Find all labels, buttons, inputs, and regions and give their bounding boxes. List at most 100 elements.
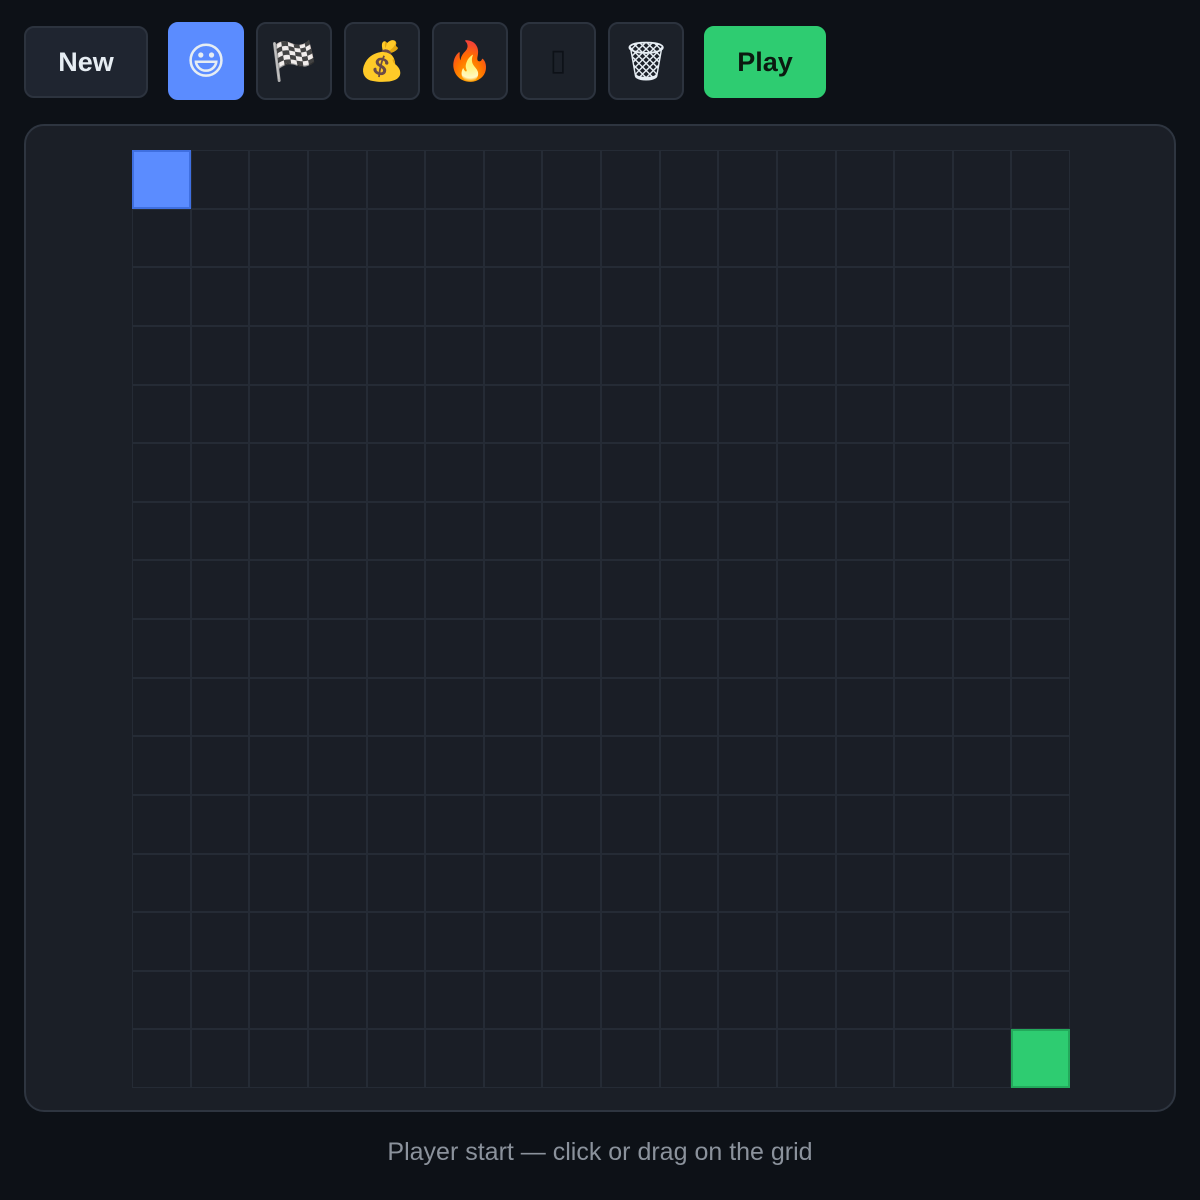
grid-cell[interactable] xyxy=(483,501,543,561)
grid-cell[interactable] xyxy=(718,736,777,795)
grid-cell[interactable] xyxy=(190,560,250,619)
grid-cell[interactable] xyxy=(249,619,308,678)
grid-cell[interactable] xyxy=(249,325,308,385)
grid-cell[interactable] xyxy=(366,560,426,619)
grid-cell[interactable] xyxy=(952,384,1012,444)
grid-cell[interactable] xyxy=(425,150,484,209)
grid-cell[interactable] xyxy=(894,384,953,444)
grid-cell[interactable] xyxy=(542,208,601,268)
grid-cell[interactable] xyxy=(601,912,660,971)
grid-cell[interactable] xyxy=(190,736,250,795)
grid-cell[interactable] xyxy=(249,970,308,1030)
grid-cell[interactable] xyxy=(190,677,250,737)
grid-cell[interactable] xyxy=(249,150,308,209)
grid-cell[interactable] xyxy=(718,208,777,268)
grid-cell[interactable] xyxy=(952,560,1012,619)
grid-cell[interactable] xyxy=(1011,794,1070,854)
grid-cell[interactable] xyxy=(483,208,543,268)
grid-cell[interactable] xyxy=(952,619,1012,678)
grid-cell[interactable] xyxy=(894,736,953,795)
grid-cell[interactable] xyxy=(952,736,1012,795)
grid-cell[interactable] xyxy=(366,443,426,502)
grid-cell[interactable] xyxy=(249,384,308,444)
tool-coin-button[interactable]: 💰 xyxy=(344,22,420,100)
grid-cell[interactable] xyxy=(952,501,1012,561)
grid-cell[interactable] xyxy=(659,560,719,619)
grid-cell[interactable] xyxy=(776,912,836,971)
grid-cell[interactable] xyxy=(776,736,836,795)
level-grid[interactable] xyxy=(132,150,1070,1088)
grid-cell[interactable] xyxy=(776,560,836,619)
grid-cell[interactable] xyxy=(307,208,367,268)
grid-cell[interactable] xyxy=(1011,267,1070,326)
grid-cell[interactable] xyxy=(425,208,484,268)
grid-cell[interactable] xyxy=(835,970,895,1030)
grid-cell[interactable] xyxy=(601,1029,660,1088)
grid-cell[interactable] xyxy=(718,853,777,913)
grid-cell[interactable] xyxy=(307,150,367,209)
grid-cell[interactable] xyxy=(542,1029,601,1088)
grid-cell[interactable] xyxy=(366,384,426,444)
grid-cell[interactable] xyxy=(483,677,543,737)
grid-cell[interactable] xyxy=(483,619,543,678)
grid-cell[interactable] xyxy=(601,384,660,444)
grid-cell[interactable] xyxy=(835,384,895,444)
grid-cell[interactable] xyxy=(601,677,660,737)
grid-cell[interactable] xyxy=(835,208,895,268)
grid-cell[interactable] xyxy=(425,267,484,326)
grid-cell[interactable] xyxy=(483,150,543,209)
grid-cell[interactable] xyxy=(835,560,895,619)
grid-cell[interactable] xyxy=(132,736,191,795)
grid-cell[interactable] xyxy=(542,677,601,737)
grid-cell[interactable] xyxy=(718,384,777,444)
grid-cell[interactable] xyxy=(601,560,660,619)
grid-cell[interactable] xyxy=(366,150,426,209)
grid-cell[interactable] xyxy=(659,794,719,854)
grid-cell[interactable] xyxy=(425,912,484,971)
grid-cell[interactable] xyxy=(483,912,543,971)
grid-cell[interactable] xyxy=(425,970,484,1030)
grid-cell[interactable] xyxy=(483,1029,543,1088)
grid-cell[interactable] xyxy=(542,325,601,385)
grid-cell[interactable] xyxy=(659,853,719,913)
grid-cell[interactable] xyxy=(659,619,719,678)
grid-cell[interactable] xyxy=(835,501,895,561)
grid-cell[interactable] xyxy=(894,912,953,971)
grid-cell[interactable] xyxy=(835,150,895,209)
grid-cell[interactable] xyxy=(1011,384,1070,444)
grid-cell[interactable] xyxy=(894,677,953,737)
tool-goal-button[interactable]: 🏁 xyxy=(256,22,332,100)
grid-cell[interactable] xyxy=(542,794,601,854)
grid-cell[interactable] xyxy=(307,912,367,971)
grid-cell[interactable] xyxy=(190,794,250,854)
grid-cell[interactable] xyxy=(952,1029,1012,1088)
grid-cell[interactable] xyxy=(132,619,191,678)
grid-cell[interactable] xyxy=(542,619,601,678)
grid-cell[interactable] xyxy=(483,560,543,619)
grid-cell[interactable] xyxy=(718,325,777,385)
grid-cell[interactable] xyxy=(366,677,426,737)
grid-cell[interactable] xyxy=(542,853,601,913)
grid-cell[interactable] xyxy=(307,384,367,444)
grid-cell[interactable] xyxy=(542,384,601,444)
grid-cell[interactable] xyxy=(718,267,777,326)
grid-cell[interactable] xyxy=(425,560,484,619)
grid-cell[interactable] xyxy=(366,912,426,971)
grid-cell[interactable] xyxy=(776,501,836,561)
grid-cell[interactable] xyxy=(307,736,367,795)
grid-cell[interactable] xyxy=(483,325,543,385)
grid-cell[interactable] xyxy=(894,1029,953,1088)
grid-cell[interactable] xyxy=(425,619,484,678)
grid-cell[interactable] xyxy=(952,443,1012,502)
grid-cell[interactable] xyxy=(132,853,191,913)
grid-cell[interactable] xyxy=(952,677,1012,737)
grid-cell[interactable] xyxy=(718,1029,777,1088)
grid-cell[interactable] xyxy=(952,325,1012,385)
grid-cell[interactable] xyxy=(366,970,426,1030)
grid-cell[interactable] xyxy=(190,853,250,913)
grid-cell[interactable] xyxy=(718,150,777,209)
grid-cell[interactable] xyxy=(307,267,367,326)
grid-cell[interactable] xyxy=(366,853,426,913)
grid-cell[interactable] xyxy=(249,501,308,561)
grid-cell[interactable] xyxy=(132,970,191,1030)
